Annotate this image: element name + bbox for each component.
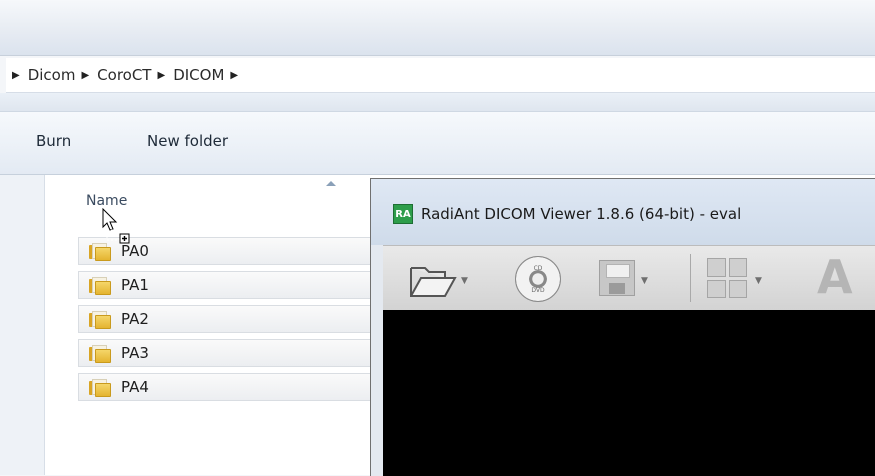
breadcrumb-separator-icon[interactable]: ▶ xyxy=(230,70,238,81)
toolbar-divider xyxy=(0,93,875,112)
window-top-strip xyxy=(0,0,875,56)
navigation-pane[interactable] xyxy=(0,175,45,475)
folder-icon xyxy=(89,379,111,397)
list-item[interactable]: PA3 xyxy=(78,339,370,367)
breadcrumb-item-dicom-folder[interactable]: DICOM xyxy=(173,66,224,84)
save-icon[interactable] xyxy=(599,260,635,296)
burn-button[interactable]: Burn xyxy=(36,132,71,150)
column-header-name[interactable]: Name xyxy=(86,193,127,209)
viewer-titlebar[interactable]: RA RadiAnt DICOM Viewer 1.8.6 (64-bit) -… xyxy=(371,179,875,245)
folder-icon xyxy=(89,277,111,295)
breadcrumb-separator-icon[interactable]: ▶ xyxy=(81,70,89,81)
layout-grid-icon[interactable] xyxy=(707,258,747,298)
list-item-label: PA3 xyxy=(121,344,149,362)
breadcrumb: Dicom ▶ CoroCT ▶ DICOM ▶ xyxy=(28,66,246,84)
breadcrumb-root-arrow-icon[interactable]: ▶ xyxy=(12,70,20,81)
cd-label: CD xyxy=(533,265,543,272)
list-item[interactable]: PA1 xyxy=(78,271,370,299)
breadcrumb-item-dicom[interactable]: Dicom xyxy=(28,66,76,84)
annotation-icon[interactable]: A xyxy=(817,250,853,304)
folder-icon xyxy=(89,311,111,329)
save-dropdown-icon[interactable]: ▼ xyxy=(641,276,648,286)
radiant-viewer-window[interactable]: RA RadiAnt DICOM Viewer 1.8.6 (64-bit) -… xyxy=(370,178,875,476)
cd-dvd-icon[interactable]: CD DVD xyxy=(515,256,561,302)
list-item[interactable]: PA4 xyxy=(78,373,370,401)
radiant-logo-icon: RA xyxy=(393,204,413,224)
open-folder-icon[interactable] xyxy=(409,262,457,298)
list-item-label: PA4 xyxy=(121,378,149,396)
command-bar: Burn New folder xyxy=(0,112,875,175)
drag-copy-cursor-icon xyxy=(102,208,130,244)
viewer-toolbar: ▼ CD DVD ▼ ▼ A xyxy=(383,245,875,310)
layout-dropdown-icon[interactable]: ▼ xyxy=(755,276,762,286)
list-item[interactable]: PA2 xyxy=(78,305,370,333)
breadcrumb-item-corocT[interactable]: CoroCT xyxy=(97,66,151,84)
new-folder-button[interactable]: New folder xyxy=(147,132,228,150)
toolbar-separator xyxy=(690,254,691,302)
file-list: PA0 PA1 PA2 PA3 PA4 xyxy=(78,237,370,407)
sort-ascending-icon xyxy=(326,181,336,186)
list-item-label: PA1 xyxy=(121,276,149,294)
list-item-label: PA2 xyxy=(121,310,149,328)
image-viewport[interactable] xyxy=(383,310,875,476)
breadcrumb-separator-icon[interactable]: ▶ xyxy=(157,70,165,81)
folder-icon xyxy=(89,345,111,363)
viewer-title: RadiAnt DICOM Viewer 1.8.6 (64-bit) - ev… xyxy=(421,205,742,223)
address-bar[interactable]: ▶ Dicom ▶ CoroCT ▶ DICOM ▶ xyxy=(6,58,875,93)
open-dropdown-icon[interactable]: ▼ xyxy=(461,276,468,286)
dvd-label: DVD xyxy=(531,287,545,294)
